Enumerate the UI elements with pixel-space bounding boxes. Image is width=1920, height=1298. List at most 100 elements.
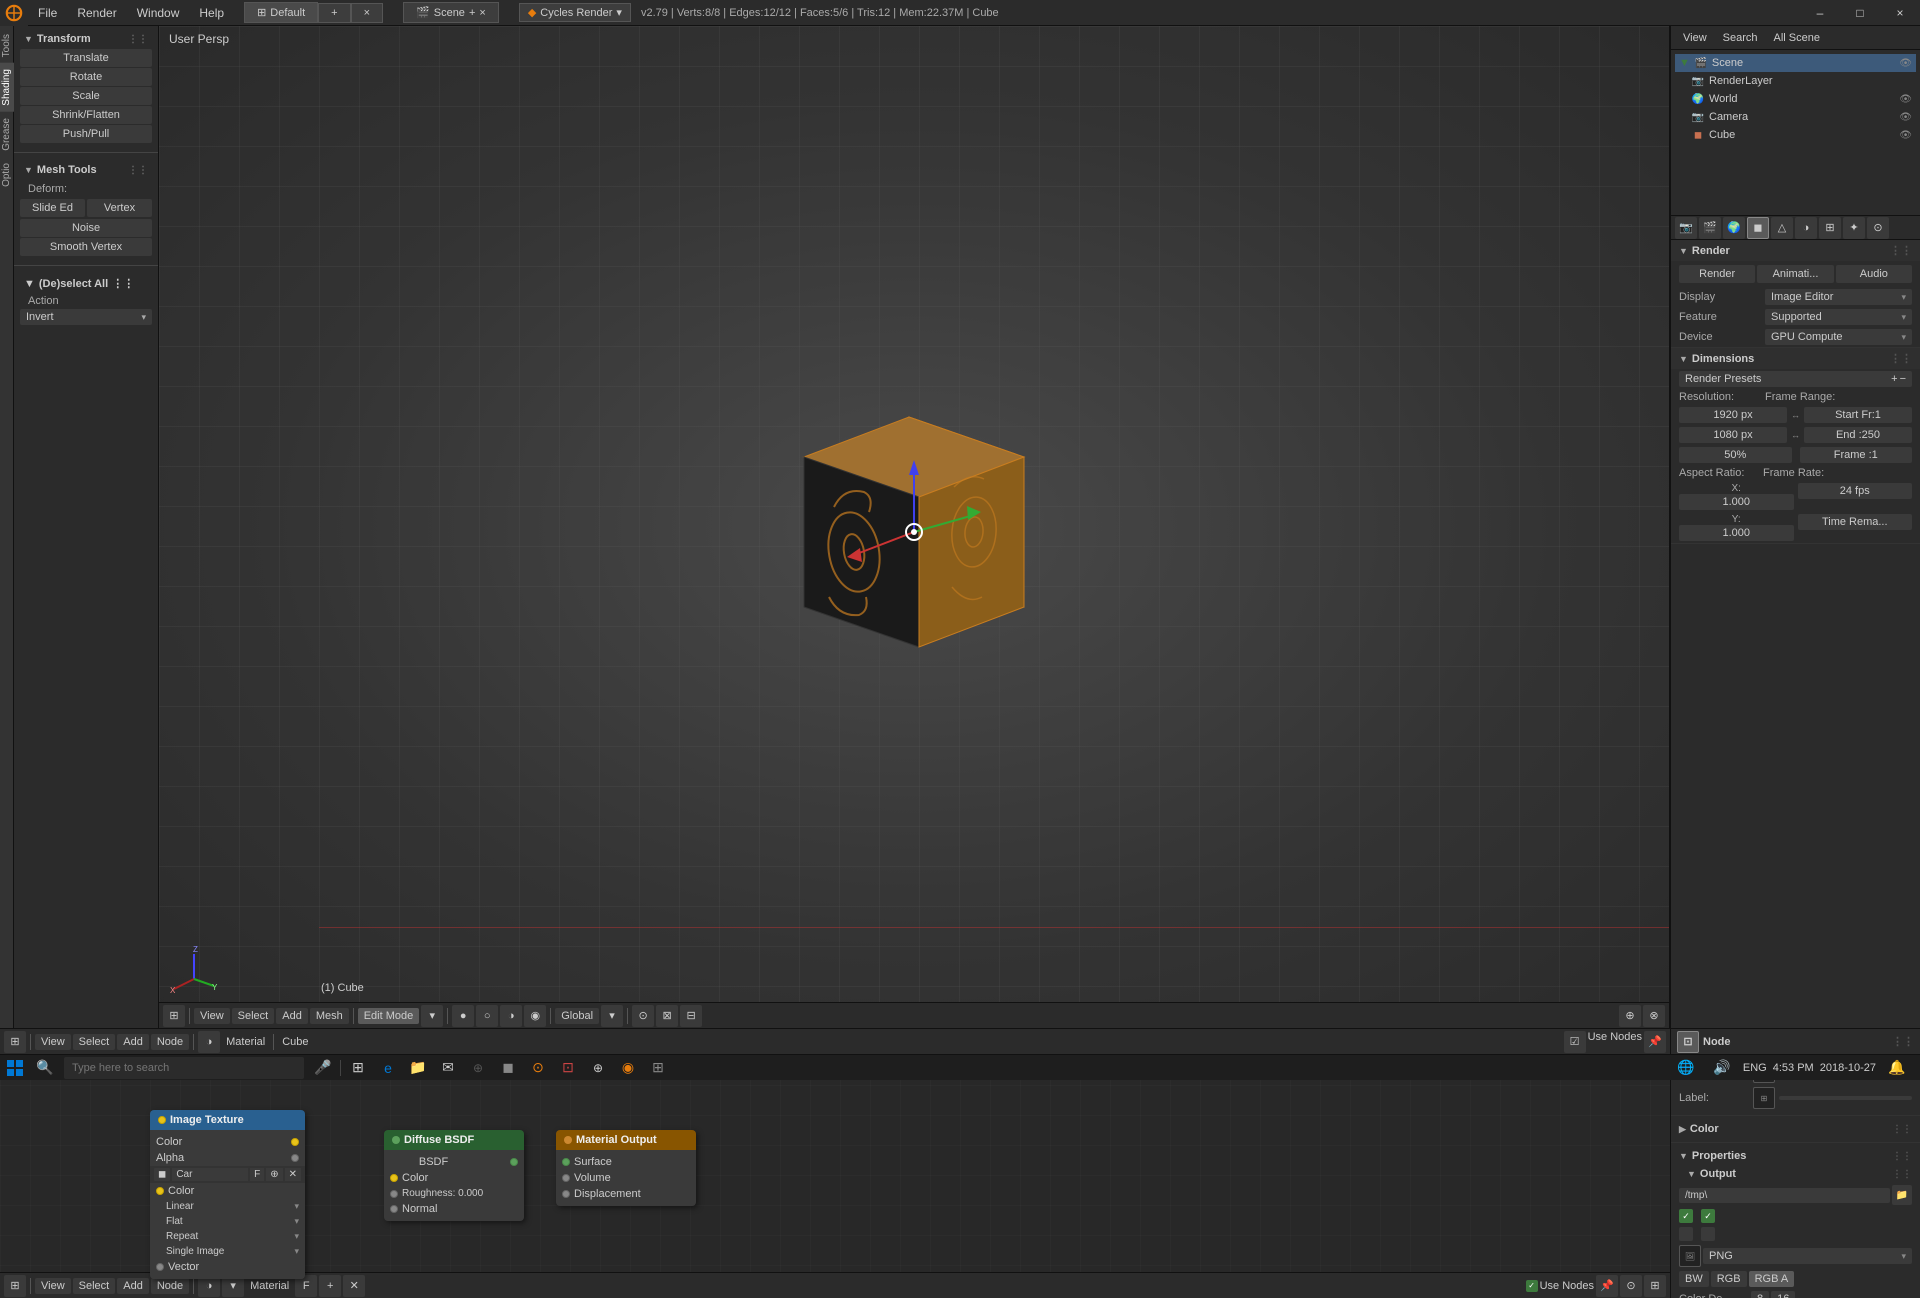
menu-render[interactable]: Render [67,2,126,24]
scene-tab[interactable]: 🎬 Scene + × [403,2,499,23]
vp-shading-material[interactable]: ◑ [500,1005,522,1027]
mesh-tools-header[interactable]: ▼ Mesh Tools ⋮⋮ [20,161,152,179]
prop-physics-icon[interactable]: ⊙ [1867,217,1889,239]
render-section-header[interactable]: ▼ Render ⋮⋮ [1671,240,1920,261]
blender-logo[interactable] [0,0,28,26]
node-img-copy-btn[interactable]: ⊕ [266,1168,282,1181]
nrp-rgba-btn[interactable]: RGB A [1749,1271,1795,1287]
node-matout-displacement-socket[interactable] [562,1190,570,1198]
taskbar-app1[interactable]: ◼ [493,1055,523,1081]
nrp-depth-8[interactable]: 8 [1751,1291,1769,1298]
ne-view[interactable]: View [35,1034,71,1050]
taskbar-taskview-icon[interactable]: ⊞ [343,1055,373,1081]
btn-audio[interactable]: Audio [1836,265,1912,283]
btn-rotate[interactable]: Rotate [20,68,152,86]
outliner-search[interactable]: Search [1717,30,1764,46]
prop-material-icon[interactable]: ◑ [1795,217,1817,239]
vp-mirror[interactable]: ⊟ [680,1005,702,1027]
minimize-btn[interactable]: – [1800,0,1840,26]
render-presets-dropdown[interactable]: Render Presets +− [1679,371,1912,387]
ne-use-nodes-check[interactable]: ☑ [1564,1031,1586,1053]
nrp-browse-btn[interactable]: 📁 [1892,1185,1912,1205]
btn-translate[interactable]: Translate [20,49,152,67]
taskbar-app4[interactable]: ⊞ [643,1055,673,1081]
node-bsdf-roughness-socket[interactable] [390,1190,398,1198]
cur-frame-field[interactable]: Frame :1 [1800,447,1913,463]
nrp-fileext-check[interactable]: ✓ [1701,1209,1715,1223]
nrp-label-value[interactable] [1779,1096,1912,1100]
nb-editor-type[interactable]: ⊞ [4,1275,26,1297]
nrp-node-icon[interactable]: ⊡ [1677,1031,1699,1053]
vtab-shading[interactable]: Shading [0,63,14,112]
vp-shading-render[interactable]: ◉ [524,1005,546,1027]
nb-icon1[interactable]: ⊙ [1620,1275,1642,1297]
ne-pin[interactable]: 📌 [1644,1031,1666,1053]
vtab-optio[interactable]: Optio [0,157,14,193]
ne-add[interactable]: Add [117,1034,149,1050]
vp-snap[interactable]: ⊠ [656,1005,678,1027]
add-workspace-btn[interactable]: + [318,3,350,23]
nrp-properties-header[interactable]: ▼ Properties ⋮⋮ [1671,1147,1920,1165]
end-frame-field[interactable]: End :250 [1804,427,1912,443]
taskbar-explorer-icon[interactable]: 📁 [403,1055,433,1081]
display-value[interactable]: Image Editor ▾ [1765,289,1912,305]
vtab-tools[interactable]: Tools [0,28,14,63]
action-dropdown[interactable]: Invert ▾ [20,309,152,325]
vp-sculpt-more[interactable]: ⊕ [1619,1005,1641,1027]
prop-texture-icon[interactable]: ⊞ [1819,217,1841,239]
ne-select[interactable]: Select [73,1034,116,1050]
node-matout-volume-socket[interactable] [562,1174,570,1182]
vp-transform-dropdown[interactable]: ▾ [601,1005,623,1027]
prop-render-icon[interactable]: 📷 [1675,217,1697,239]
btn-vertex[interactable]: Vertex [87,199,152,217]
outliner-item-cube[interactable]: ◼ Cube 👁 [1687,126,1916,144]
vp-edit-mode[interactable]: Edit Mode [358,1008,420,1024]
fps-field[interactable]: 24 fps [1798,483,1913,499]
node-bsdf-color-socket[interactable] [390,1174,398,1182]
vtab-grease[interactable]: Grease [0,112,14,157]
taskbar-app3[interactable]: ⊡ [553,1055,583,1081]
nrp-cachre-check[interactable] [1701,1227,1715,1241]
taskbar-epic-icon2[interactable]: ⊕ [583,1055,613,1081]
taskbar-blender-icon[interactable]: ◉ [613,1055,643,1081]
taskbar-windows-btn[interactable] [0,1055,30,1081]
ne-mat-icon[interactable]: ◑ [198,1031,220,1053]
close-workspace-btn[interactable]: × [351,3,383,23]
prop-object-icon[interactable]: ◼ [1747,217,1769,239]
node-img-prev[interactable]: ◼ [154,1168,170,1181]
vp-mode-dropdown[interactable]: ▾ [421,1005,443,1027]
nrp-rgb-btn[interactable]: RGB [1711,1271,1747,1287]
outliner-item-world[interactable]: 🌍 World 👁 [1687,90,1916,108]
node-bsdf-out-socket[interactable] [510,1158,518,1166]
nb-pin-btn[interactable]: 📌 [1596,1275,1618,1297]
res-y-field[interactable]: 1080 px [1679,427,1787,443]
vp-add[interactable]: Add [276,1008,308,1024]
prop-particles-icon[interactable]: ✦ [1843,217,1865,239]
aspect-y-field[interactable]: 1.000 [1679,525,1794,541]
node-img-tex-alpha-socket[interactable] [291,1154,299,1162]
world-eye-icon[interactable]: 👁 [1899,94,1912,105]
node-img-color-input-socket[interactable] [156,1187,164,1195]
cube-eye-icon[interactable]: 👁 [1899,130,1912,141]
node-bsdf-normal-socket[interactable] [390,1205,398,1213]
tray-sound-icon[interactable]: 🔊 [1707,1055,1737,1081]
node-canvas[interactable]: Image Texture Color Alpha ◼ Car F [0,1055,1670,1298]
res-percent-field[interactable]: 50% [1679,447,1792,463]
camera-eye-icon[interactable]: 👁 [1899,112,1912,123]
time-rema-field[interactable]: Time Rema... [1798,514,1913,530]
prop-mesh-icon[interactable]: △ [1771,217,1793,239]
ne-node[interactable]: Node [151,1034,189,1050]
taskbar-mail-icon[interactable]: ✉ [433,1055,463,1081]
node-diffuse-bsdf[interactable]: Diffuse BSDF BSDF Color Roughness: 0.000 [384,1130,524,1221]
taskbar-epic-icon1[interactable]: ⊕ [463,1055,493,1081]
btn-render[interactable]: Render [1679,265,1755,283]
deselect-header[interactable]: ▼ (De)select All ⋮⋮ [20,274,152,293]
engine-selector[interactable]: ◆ Cycles Render ▾ [519,3,631,22]
vp-editor-type[interactable]: ⊞ [163,1005,185,1027]
tray-network-icon[interactable]: 🌐 [1671,1055,1701,1081]
nb-del-mat[interactable]: ✕ [343,1275,365,1297]
prop-world-icon[interactable]: 🌍 [1723,217,1745,239]
vp-proportional[interactable]: ⊙ [632,1005,654,1027]
menu-window[interactable]: Window [127,2,190,24]
btn-shrink-flatten[interactable]: Shrink/Flatten [20,106,152,124]
